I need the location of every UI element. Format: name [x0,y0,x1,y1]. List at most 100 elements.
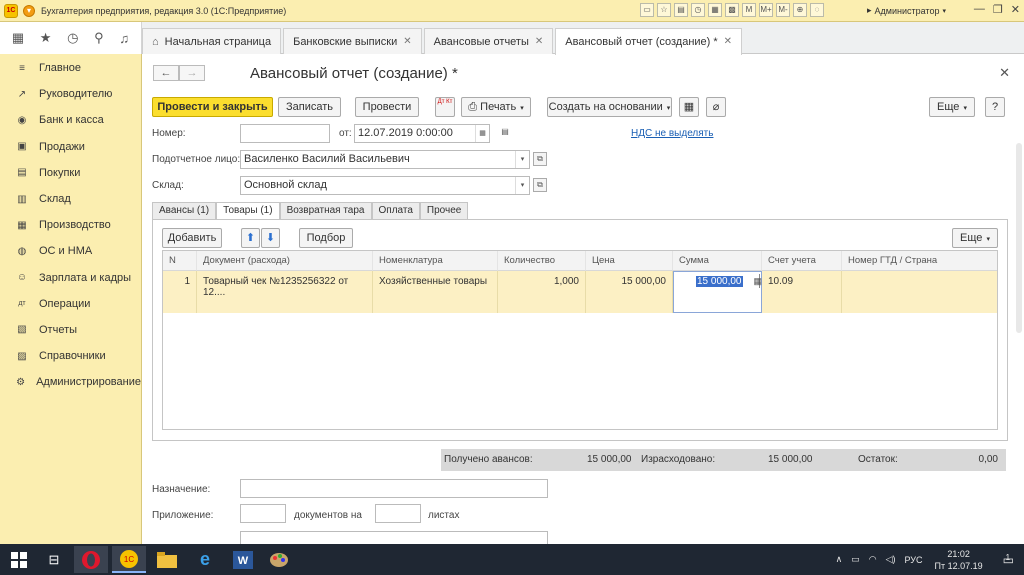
close-icon[interactable]: ✕ [535,30,543,54]
form-scrollbar[interactable] [1016,143,1022,333]
tab-other[interactable]: Прочее [419,202,469,220]
save-icon[interactable]: ▤ [674,3,688,17]
notifications-icon[interactable]: ▭ 1 [1003,553,1014,567]
calculator-icon[interactable]: ▩ [725,3,739,17]
wifi-icon[interactable]: ◠ [869,554,877,565]
bell-icon[interactable]: ♫ [119,31,129,46]
calendar-icon[interactable]: ▦ [475,125,489,142]
dt-kt-button[interactable]: Дт Кт [435,97,455,117]
open-icon[interactable]: ⧉ [533,152,547,166]
sidebar-item-purchases[interactable]: ▤ Покупки [0,160,141,186]
memory-mminus-icon[interactable]: M- [776,3,790,17]
history-icon[interactable]: ◷ [691,3,705,17]
column-header-gtd[interactable]: Номер ГТД / Страна [842,251,997,271]
cell-account[interactable]: 10.09 [762,271,842,313]
history-icon[interactable]: ◷ [67,30,78,46]
clock[interactable]: 21:02 Пт 12.07.19 [935,548,983,572]
print-button[interactable]: ⎙ Печать ▾ [461,97,531,117]
close-icon[interactable]: ✕ [403,30,411,54]
memory-m-icon[interactable]: M [742,3,756,17]
sidebar-item-manager[interactable]: ↗ Руководителю [0,81,141,107]
sidebar-item-warehouse[interactable]: ▥ Склад [0,186,141,212]
tab-home[interactable]: ⌂ Начальная страница [142,28,282,54]
post-button[interactable]: Провести [355,97,419,117]
attachment-docs-field[interactable] [240,504,286,523]
cell-item[interactable]: Хозяйственные товары [373,271,498,313]
pick-button[interactable]: Подбор [299,228,353,248]
column-header-n[interactable]: N [163,251,197,271]
sidebar-item-main[interactable]: ≡ Главное [0,55,141,81]
sidebar-item-production[interactable]: ▦ Производство [0,212,141,238]
help-button[interactable]: ? [985,97,1005,117]
sidebar-item-sales[interactable]: ▣ Продажи [0,134,141,160]
chevron-down-icon[interactable]: ▾ [515,151,529,168]
cell-document[interactable]: Товарный чек №1235256322 от 12.... [197,271,373,313]
create-based-on-button[interactable]: Создать на основании ▾ [547,97,672,117]
tab-advance-report-create[interactable]: Авансовый отчет (создание) * ✕ [555,28,743,55]
bell-icon[interactable]: ◌ [810,3,824,17]
open-icon[interactable]: ⧉ [533,178,547,192]
save-button[interactable]: Записать [278,97,341,117]
tab-advances[interactable]: Авансы (1) [152,202,217,220]
tab-return-containers[interactable]: Возвратная тара [279,202,372,220]
close-icon[interactable]: ✕ [724,30,732,54]
attachment-sheets-field[interactable] [375,504,421,523]
column-header-qty[interactable]: Количество [498,251,586,271]
user-menu[interactable]: ▸ Администратор ▾ [867,5,946,16]
task-view-icon[interactable]: ⊟ [37,546,71,573]
add-button[interactable]: Добавить [162,228,222,248]
warehouse-field[interactable]: Основной склад ▾ [240,176,530,195]
chevron-up-icon[interactable]: ∧ [836,554,843,565]
grid-menu-icon[interactable]: ▦ [12,30,24,46]
cell-qty[interactable]: 1,000 [498,271,586,313]
language-indicator[interactable]: РУС [905,555,923,565]
paint-icon[interactable] [262,546,296,573]
favorites-icon[interactable]: ★ [40,30,52,46]
close-form-icon[interactable]: ✕ [999,65,1010,81]
ie-icon[interactable]: e [188,546,222,573]
purpose-field[interactable] [240,479,548,498]
number-field[interactable] [240,124,330,143]
chevron-down-icon[interactable]: ▾ [515,177,529,194]
sidebar-item-salary[interactable]: ☺ Зарплата и кадры [0,265,141,291]
network-icon[interactable]: ▭ [851,554,860,565]
calculator-icon[interactable]: ▦ [753,276,762,287]
volume-icon[interactable]: ◁) [886,554,896,565]
table-more-button[interactable]: Еще ▾ [952,228,998,248]
date-field[interactable]: 12.07.2019 0:00:00 ▦ [354,124,490,143]
tab-goods[interactable]: Товары (1) [216,202,280,220]
sidebar-item-reports[interactable]: ▧ Отчеты [0,317,141,343]
comment-field[interactable] [240,531,548,544]
minimize-icon[interactable]: — [974,3,985,16]
column-header-item[interactable]: Номенклатура [373,251,498,271]
sidebar-item-directories[interactable]: ▨ Справочники [0,343,141,369]
post-and-close-button[interactable]: Провести и закрыть [152,97,273,117]
sidebar-item-operations[interactable]: дт Операции [0,291,141,317]
tab-bank-statements[interactable]: Банковские выписки ✕ [283,28,422,54]
main-menu-button[interactable]: ▾ [23,4,35,17]
tab-advance-reports[interactable]: Авансовые отчеты ✕ [423,28,554,54]
column-header-account[interactable]: Счет учета [762,251,842,271]
restore-icon[interactable]: ❐ [993,3,1003,16]
comment-icon[interactable]: ▤ [498,126,512,140]
cell-price[interactable]: 15 000,00 [586,271,673,313]
cell-sum[interactable]: 15 000,00 [696,276,743,287]
file-explorer-icon[interactable] [150,546,184,573]
person-field[interactable]: Василенко Василий Васильевич ▾ [240,150,530,169]
table-row[interactable]: 1 Товарный чек №1235256322 от 12.... Хоз… [163,271,997,313]
forward-button[interactable]: → [179,65,205,81]
word-icon[interactable]: W [226,546,260,573]
windows-start-icon[interactable] [2,546,36,573]
1c-app-icon[interactable]: 1С [112,546,146,573]
memory-mplus-icon[interactable]: M+ [759,3,773,17]
sidebar-item-bank[interactable]: ◉ Банк и касса [0,107,141,133]
tab-payment[interactable]: Оплата [371,202,420,220]
more-button[interactable]: Еще ▾ [929,97,975,117]
structure-button[interactable]: ▦ [679,97,699,117]
move-up-button[interactable]: ⬆ [241,228,260,248]
close-icon[interactable]: ✕ [1011,3,1020,16]
attach-button[interactable]: ⌀ [706,97,726,117]
opera-icon[interactable] [74,546,108,573]
search-icon[interactable]: ⚲ [94,30,104,46]
vat-link[interactable]: НДС не выделять [631,128,713,139]
